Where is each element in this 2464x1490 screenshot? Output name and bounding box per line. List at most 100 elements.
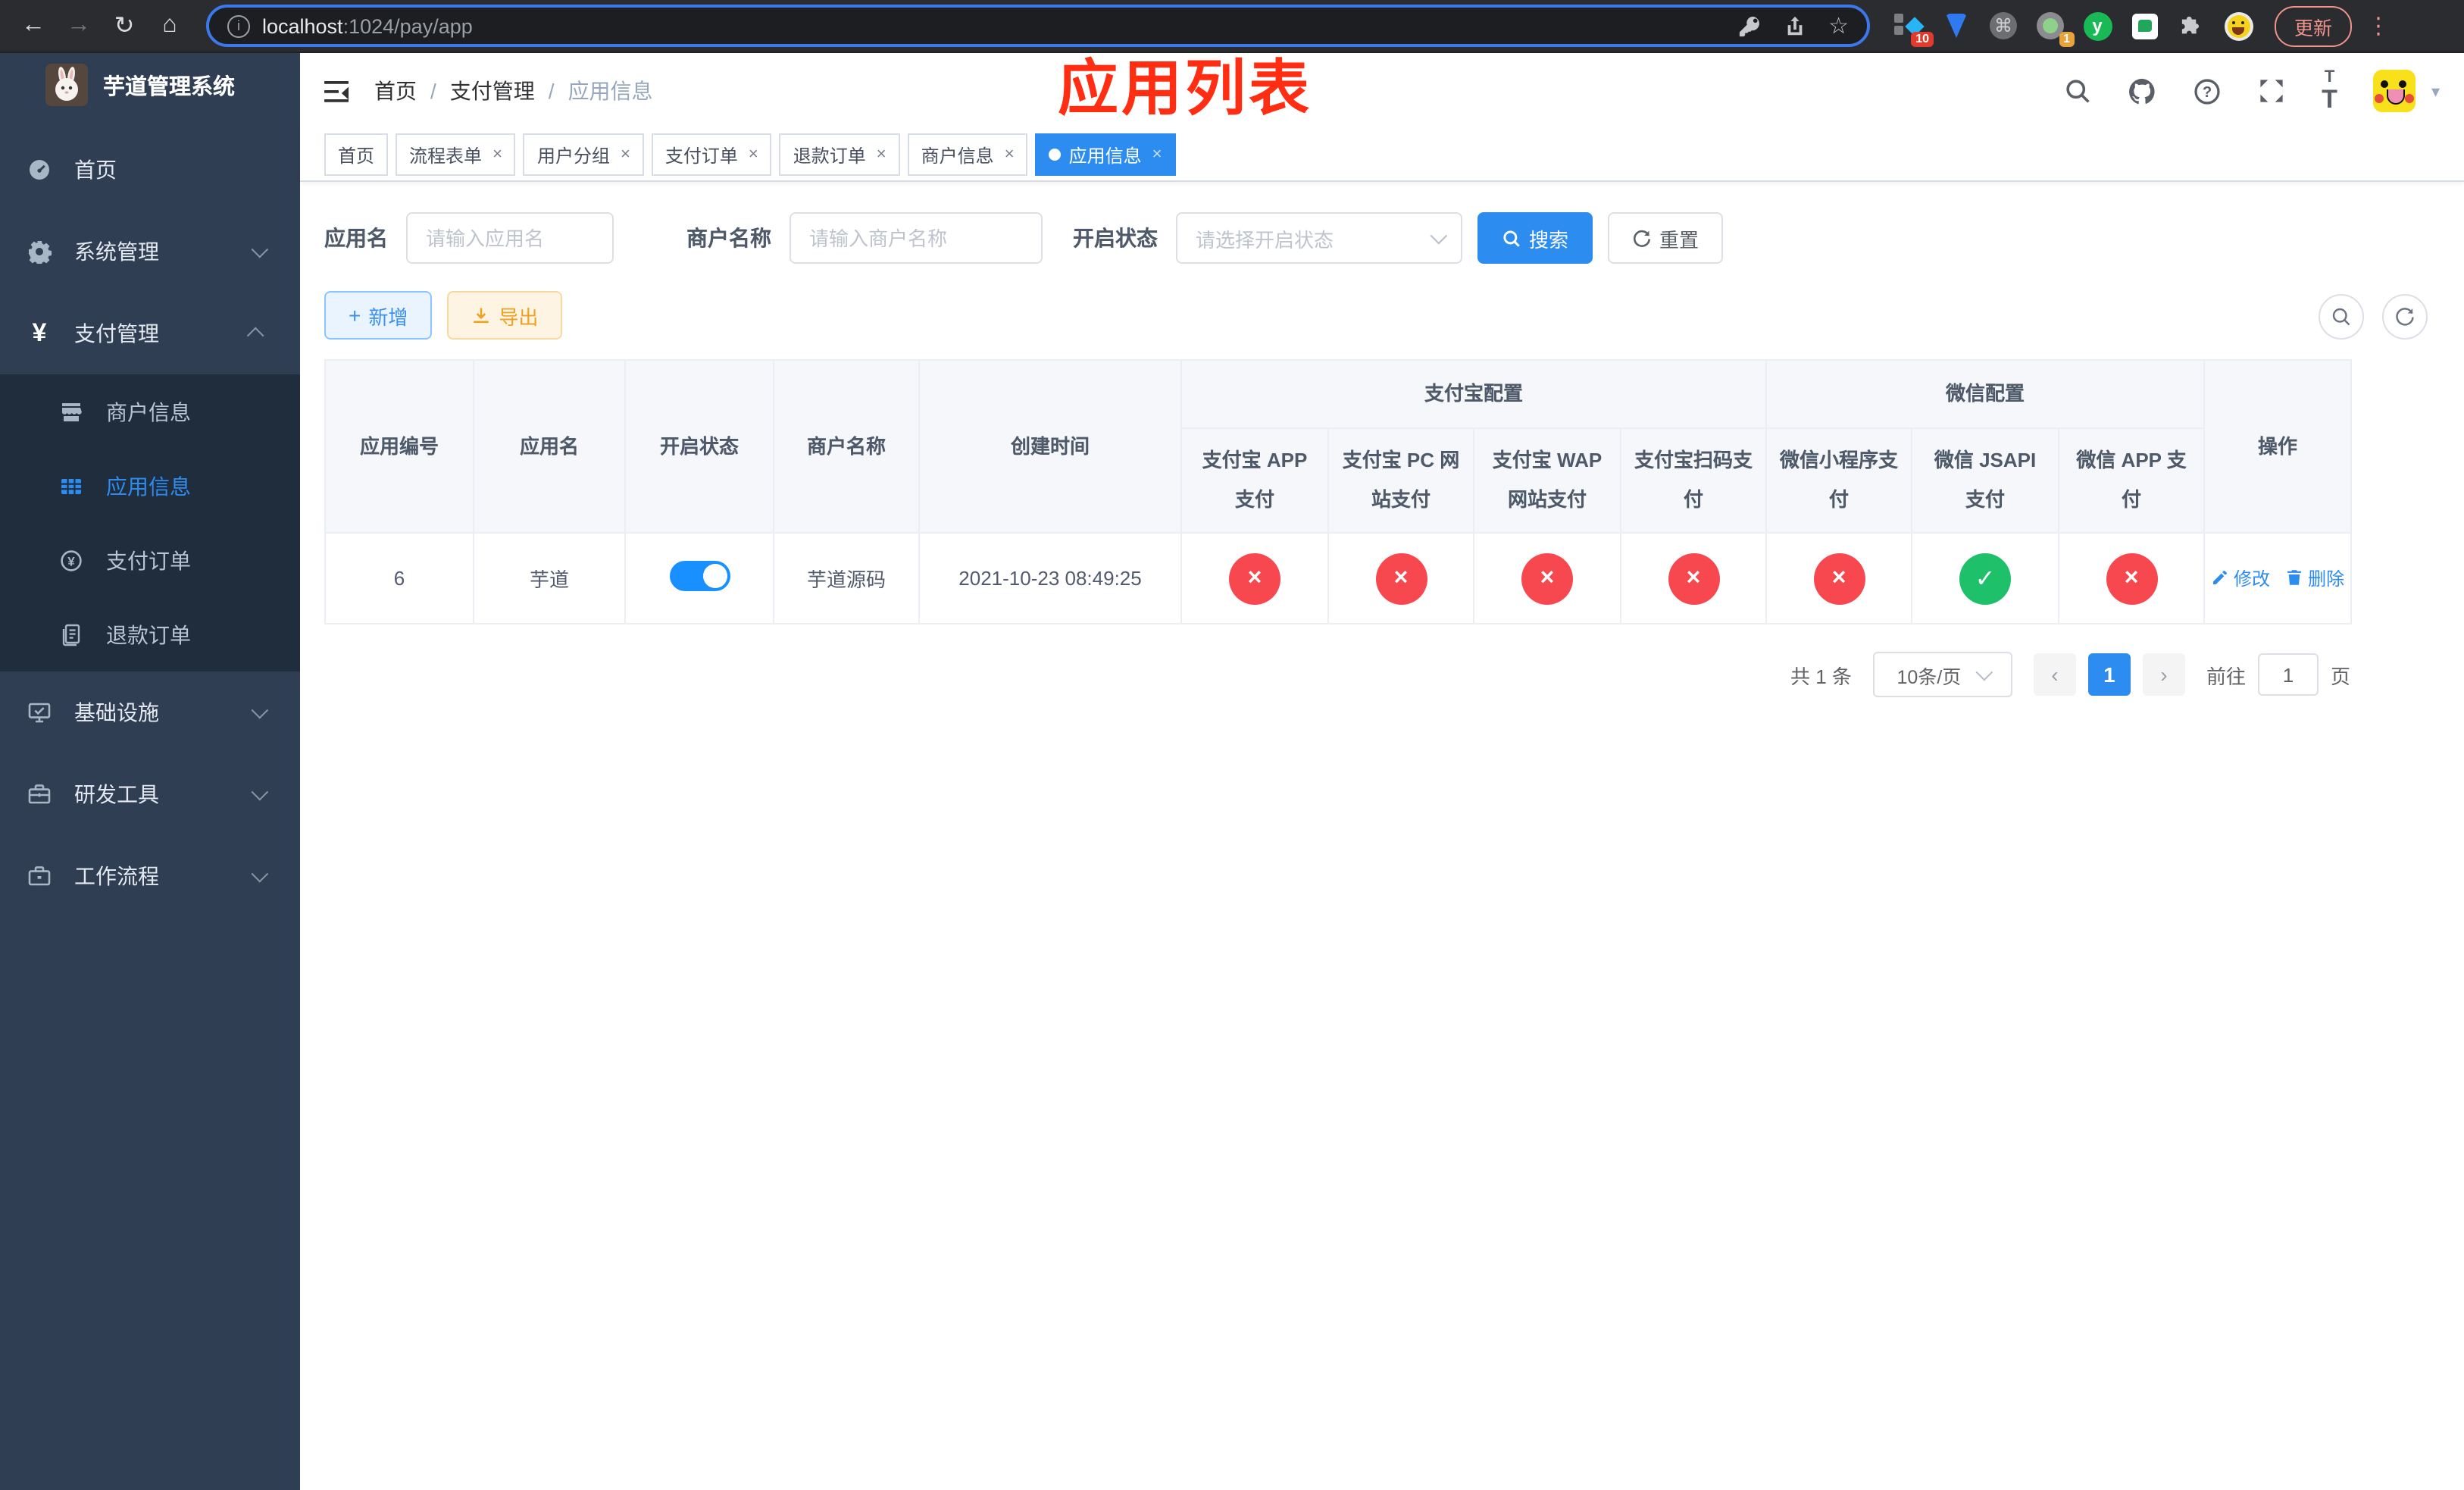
grid-icon <box>58 474 85 498</box>
reload-icon[interactable]: ↻ <box>106 8 142 44</box>
chevron-down-icon <box>251 701 269 719</box>
sidebar-item-首页[interactable]: 首页 <box>0 129 300 211</box>
password-key-icon[interactable] <box>1737 14 1760 37</box>
home-icon[interactable]: ⌂ <box>152 8 188 44</box>
toolbox-icon <box>26 782 53 806</box>
sidebar-item-工作流程[interactable]: 工作流程 <box>0 835 300 917</box>
breadcrumb: 首页 / 支付管理 / 应用信息 <box>374 76 653 106</box>
sidebar-item-基础设施[interactable]: 基础设施 <box>0 671 300 753</box>
app-logo-row[interactable]: 芋道管理系统 <box>0 53 300 117</box>
close-icon[interactable]: × <box>749 146 758 164</box>
pagination: 共 1 条 10条/页 ‹ 1 › 前往 页 <box>324 652 2350 697</box>
sidebar-item-label: 工作流程 <box>74 864 159 888</box>
tab-退款订单[interactable]: 退款订单 × <box>779 133 900 176</box>
breadcrumb-item[interactable]: 首页 <box>374 79 417 103</box>
tab-支付订单[interactable]: 支付订单 × <box>651 133 772 176</box>
font-size-icon[interactable]: TT <box>2322 69 2337 112</box>
share-icon[interactable] <box>1783 14 1806 37</box>
github-icon[interactable] <box>2128 77 2156 105</box>
close-icon[interactable]: × <box>1005 146 1015 164</box>
cell-app-id: 6 <box>324 532 474 624</box>
extension-command-icon[interactable]: ⌘ <box>1988 11 2018 41</box>
url-text[interactable]: localhost:1024/pay/app <box>262 14 473 37</box>
help-icon[interactable]: ? <box>2193 77 2222 105</box>
reset-button[interactable]: 重置 <box>1608 212 1724 264</box>
status-select[interactable]: 请选择开启状态 <box>1176 212 1462 264</box>
extensions-puzzle-icon[interactable] <box>2176 11 2206 41</box>
merchant-input[interactable] <box>790 212 1043 264</box>
column-header: 应用编号 <box>324 359 474 534</box>
close-icon[interactable]: × <box>1152 146 1162 164</box>
extension-gem-icon[interactable] <box>1941 11 1972 41</box>
column-header: 商户名称 <box>773 359 920 534</box>
column-header: 开启状态 <box>624 359 774 534</box>
delete-button[interactable]: 删除 <box>2285 565 2344 591</box>
screen: ← → ↻ ⌂ localhost:1024/pay/app ☆ 10 ⌘ 1 … <box>0 0 2464 1490</box>
extension-chat-icon[interactable] <box>2129 11 2159 41</box>
page-content: 应用名 商户名称 开启状态 请选择开启状态 搜索 重置 <box>300 182 2464 1490</box>
briefcase-icon <box>26 864 53 888</box>
close-icon[interactable]: × <box>877 146 886 164</box>
tab-label: 应用信息 <box>1068 145 1142 166</box>
svg-text:¥: ¥ <box>67 553 75 568</box>
sidebar-item-label: 首页 <box>74 158 117 182</box>
cell-channel-status: × <box>1327 532 1474 624</box>
tab-首页[interactable]: 首页 <box>324 133 389 176</box>
close-icon[interactable]: × <box>492 146 502 164</box>
add-button[interactable]: + 新增 <box>324 291 433 340</box>
search-button[interactable]: 搜索 <box>1477 212 1593 264</box>
browser-menu-icon[interactable]: ⋮ <box>2367 12 2390 39</box>
chrome-update-button[interactable]: 更新 <box>2275 5 2353 46</box>
next-page-button[interactable]: › <box>2142 653 2185 696</box>
profile-emoji-icon[interactable] <box>2223 11 2253 41</box>
breadcrumb-item: 应用信息 <box>568 79 653 103</box>
extension-badge: 10 <box>1911 32 1934 47</box>
sidebar-submenu: 商户信息 应用信息 ¥ 支付订单 退款订单 <box>0 374 300 671</box>
tab-用户分组[interactable]: 用户分组 × <box>523 133 644 176</box>
breadcrumb-separator: / <box>430 79 436 103</box>
extension-recorder-icon[interactable]: 1 <box>2035 11 2075 47</box>
tab-label: 首页 <box>338 145 375 166</box>
edit-button[interactable]: 修改 <box>2211 565 2270 591</box>
data-table: 应用编号 应用名 开启状态 商户名称 创建时间 支付宝配置 微信配置 操作 支付宝 APP 支付… <box>324 359 2353 624</box>
extension-y-icon[interactable]: y <box>2082 11 2112 41</box>
goto-page-input[interactable] <box>2257 653 2319 696</box>
fullscreen-icon[interactable] <box>2258 77 2285 105</box>
page-size-select[interactable]: 10条/页 <box>1872 652 2012 697</box>
close-icon[interactable]: × <box>621 146 630 164</box>
collapse-sidebar-icon[interactable] <box>324 80 350 102</box>
bookmark-star-icon[interactable]: ☆ <box>1828 12 1849 39</box>
app-name-input[interactable] <box>406 212 614 264</box>
site-info-icon[interactable] <box>227 14 250 37</box>
browser-toolbar: ← → ↻ ⌂ localhost:1024/pay/app ☆ 10 ⌘ 1 … <box>0 0 2464 53</box>
user-avatar[interactable] <box>2373 70 2416 112</box>
chevron-down-icon <box>251 240 269 258</box>
search-icon[interactable] <box>2064 77 2091 105</box>
sidebar-item-系统管理[interactable]: 系统管理 <box>0 211 300 293</box>
cell-enabled <box>624 532 774 624</box>
back-icon[interactable]: ← <box>15 8 52 44</box>
sidebar-item-应用信息[interactable]: 应用信息 <box>0 449 300 523</box>
sidebar-item-商户信息[interactable]: 商户信息 <box>0 374 300 449</box>
forward-icon[interactable]: → <box>61 8 97 44</box>
tab-流程表单[interactable]: 流程表单 × <box>396 133 516 176</box>
delete-label: 删除 <box>2308 568 2345 590</box>
enabled-toggle[interactable] <box>669 561 730 591</box>
current-page-button[interactable]: 1 <box>2087 653 2131 696</box>
sidebar-menu: 首页系统管理 ¥ 支付管理 商户信息 应用信息 ¥ 支付订单 退款订单 基础设施 研发工具工作流程 <box>0 129 300 917</box>
sidebar-item-支付管理[interactable]: ¥ 支付管理 <box>0 293 300 374</box>
sidebar-item-研发工具[interactable]: 研发工具 <box>0 753 300 835</box>
breadcrumb-item[interactable]: 支付管理 <box>450 79 535 103</box>
refresh-icon[interactable] <box>2382 294 2428 340</box>
export-button[interactable]: 导出 <box>447 291 563 340</box>
extension-blocks-icon[interactable]: 10 <box>1894 11 1934 47</box>
sidebar-item-退款订单[interactable]: 退款订单 <box>0 597 300 671</box>
tab-商户信息[interactable]: 商户信息 × <box>907 133 1028 176</box>
column-header: 创建时间 <box>918 359 1182 534</box>
url-bar[interactable]: localhost:1024/pay/app ☆ <box>206 5 1870 47</box>
prev-page-button[interactable]: ‹ <box>2033 653 2076 696</box>
toggle-search-icon[interactable] <box>2319 294 2364 340</box>
avatar-caret-icon[interactable]: ▾ <box>2431 81 2440 101</box>
tab-应用信息[interactable]: 应用信息 × <box>1035 133 1176 176</box>
sidebar-item-支付订单[interactable]: ¥ 支付订单 <box>0 523 300 597</box>
